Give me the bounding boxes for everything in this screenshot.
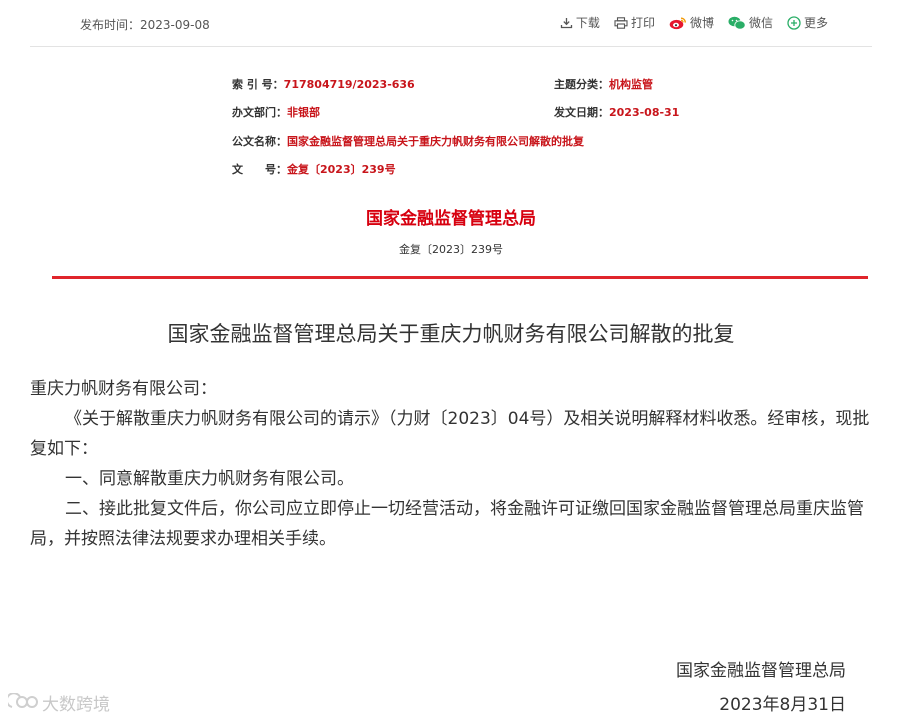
meta-number-value: 金复〔2023〕239号 xyxy=(287,163,396,176)
meta-name: 公文名称：国家金融监督管理总局关于重庆力帆财务有限公司解散的批复 xyxy=(232,133,584,149)
download-icon xyxy=(560,17,573,28)
download-button[interactable]: 下载 xyxy=(560,14,600,31)
body-paragraph: 二、接此批复文件后，你公司应立即停止一切经营活动，将金融许可证缴回国家金融监督管… xyxy=(30,499,864,549)
issuing-authority: 国家金融监督管理总局 xyxy=(366,209,536,229)
meta-date: 发文日期：2023-08-31 xyxy=(554,104,679,120)
wechat-icon xyxy=(728,16,746,30)
meta-date-key: 发文日期： xyxy=(554,106,609,119)
plus-circle-icon xyxy=(787,15,801,30)
body-paragraph: 《关于解散重庆力帆财务有限公司的请示》（力财〔2023〕04号）及相关说明解释材… xyxy=(30,409,870,459)
meta-date-value: 2023-08-31 xyxy=(609,106,680,119)
signature-organization: 国家金融监督管理总局 xyxy=(676,661,846,681)
meta-topic-key: 主题分类： xyxy=(554,78,609,91)
top-bar: 发布时间：2023-09-08 下载 打印 微博 微信 更多 xyxy=(30,0,872,47)
publish-label: 发布时间： xyxy=(80,18,141,32)
wechat-share-button[interactable]: 微信 xyxy=(728,14,773,31)
weibo-label: 微博 xyxy=(689,16,714,30)
weibo-share-button[interactable]: 微博 xyxy=(669,14,714,31)
watermark: 大数跨境 xyxy=(8,690,110,715)
meta-topic-value: 机构监管 xyxy=(609,78,653,91)
share-toolbar: 下载 打印 微博 微信 更多 xyxy=(546,14,828,31)
wechat-label: 微信 xyxy=(748,16,773,30)
meta-dept-value: 非银部 xyxy=(287,106,320,119)
body-paragraph: 一、同意解散重庆力帆财务有限公司。 xyxy=(65,469,354,489)
salutation: 重庆力帆财务有限公司： xyxy=(30,379,217,399)
weibo-icon xyxy=(669,17,686,29)
meta-index-value: 717804719/2023-636 xyxy=(283,78,415,91)
print-icon xyxy=(614,16,628,29)
meta-name-value: 国家金融监督管理总局关于重庆力帆财务有限公司解散的批复 xyxy=(287,135,584,148)
meta-topic: 主题分类：机构监管 xyxy=(554,76,653,92)
document-title: 国家金融监督管理总局关于重庆力帆财务有限公司解散的批复 xyxy=(167,322,735,346)
download-label: 下载 xyxy=(575,16,600,30)
document-body: 重庆力帆财务有限公司： 《关于解散重庆力帆财务有限公司的请示》（力财〔2023〕… xyxy=(30,374,874,554)
red-divider xyxy=(52,276,868,279)
signature-date: 2023年8月31日 xyxy=(719,695,846,715)
meta-number: 文 号：金复〔2023〕239号 xyxy=(232,161,396,177)
meta-dept-key: 办文部门： xyxy=(232,106,287,119)
more-label: 更多 xyxy=(803,16,828,30)
more-share-button[interactable]: 更多 xyxy=(787,14,828,31)
meta-name-key: 公文名称： xyxy=(232,135,287,148)
print-label: 打印 xyxy=(630,16,655,30)
meta-number-key: 文 号： xyxy=(232,163,287,176)
watermark-logo-icon xyxy=(8,692,38,708)
publish-date: 发布时间：2023-09-08 xyxy=(80,16,210,33)
publish-date-value: 2023-09-08 xyxy=(140,18,210,32)
meta-index: 索 引 号：717804719/2023-636 xyxy=(232,76,415,92)
watermark-text: 大数跨境 xyxy=(42,695,110,715)
meta-index-key: 索 引 号： xyxy=(232,78,284,91)
document-number: 金复〔2023〕239号 xyxy=(399,243,503,256)
meta-dept: 办文部门：非银部 xyxy=(232,104,320,120)
print-button[interactable]: 打印 xyxy=(614,14,655,31)
